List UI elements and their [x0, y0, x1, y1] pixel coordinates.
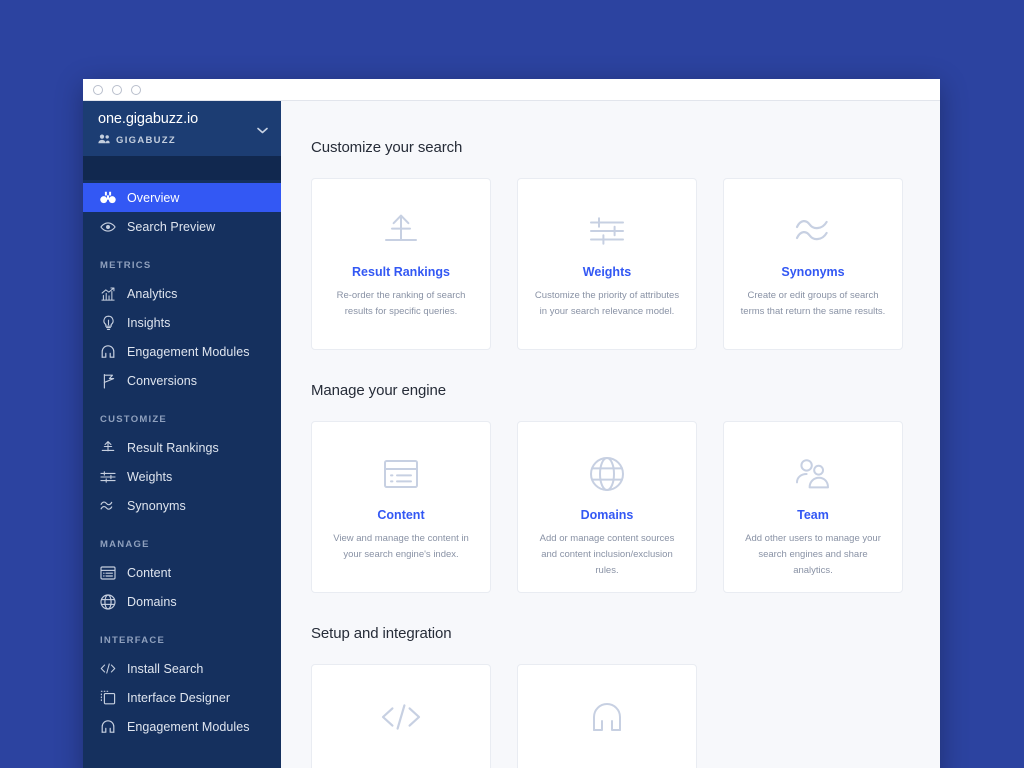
- sidebar-item-label: Install Search: [127, 661, 204, 676]
- card-description: Add other users to manage your search en…: [745, 533, 881, 576]
- sidebar-item-label: Domains: [127, 594, 177, 609]
- sidebar-group-manage: MANAGE: [100, 539, 150, 550]
- card-title: Result Rankings: [352, 265, 450, 279]
- desktop-backdrop: one.gigabuzz.io GIGABUZZ Overview Search…: [0, 0, 1024, 768]
- sidebar-item-overview[interactable]: Overview: [83, 183, 281, 212]
- sidebar-item-synonyms[interactable]: Synonyms: [83, 491, 281, 520]
- sliders-icon: [100, 469, 116, 485]
- window-titlebar: [83, 79, 940, 101]
- section-manage-your-engine: Manage your engine Content View and mana…: [311, 382, 940, 593]
- sidebar-nav: Overview Search Preview METRICS Analytic…: [83, 180, 281, 741]
- card-synonyms[interactable]: Synonyms Create or edit groups of search…: [723, 178, 903, 350]
- sidebar-item-analytics[interactable]: Analytics: [83, 279, 281, 308]
- sidebar-group-interface: INTERFACE: [100, 635, 166, 646]
- sidebar-group-metrics: METRICS: [100, 260, 152, 271]
- code-icon: [379, 695, 423, 739]
- bar-chart-icon: [100, 286, 116, 302]
- card-engagement-modules[interactable]: [517, 664, 697, 768]
- sidebar-item-label: Synonyms: [127, 498, 186, 513]
- magnet-icon: [100, 344, 116, 360]
- sidebar-item-interface-designer[interactable]: Interface Designer: [83, 683, 281, 712]
- card-title: Weights: [582, 265, 632, 279]
- card-install-search[interactable]: [311, 664, 491, 768]
- card-row: Content View and manage the content in y…: [311, 421, 940, 593]
- chevron-down-icon[interactable]: [257, 121, 268, 139]
- sidebar-item-content[interactable]: Content: [83, 558, 281, 587]
- sidebar: one.gigabuzz.io GIGABUZZ Overview Search…: [83, 101, 281, 768]
- sidebar-account-header[interactable]: one.gigabuzz.io GIGABUZZ: [83, 101, 281, 156]
- sidebar-item-conversions[interactable]: Conversions: [83, 366, 281, 395]
- people-icon: [98, 131, 110, 149]
- sidebar-site-name: one.gigabuzz.io: [98, 111, 199, 127]
- sidebar-divider-strip: [83, 156, 281, 180]
- sidebar-item-weights[interactable]: Weights: [83, 462, 281, 491]
- code-icon: [100, 661, 116, 677]
- card-description: Add or manage content sources and conten…: [539, 533, 675, 576]
- close-dot-icon[interactable]: [93, 84, 103, 95]
- document-list-icon: [100, 565, 116, 581]
- globe-icon: [588, 452, 626, 496]
- sidebar-item-engagement-modules-interface[interactable]: Engagement Modules: [83, 712, 281, 741]
- card-description: View and manage the content in your sear…: [333, 533, 469, 560]
- sidebar-item-label: Content: [127, 565, 172, 580]
- main-content: Customize your search Result Rankings Re…: [281, 101, 940, 768]
- card-title: Content: [377, 508, 425, 522]
- section-customize-your-search: Customize your search Result Rankings Re…: [311, 139, 940, 350]
- sidebar-item-result-rankings[interactable]: Result Rankings: [83, 433, 281, 462]
- section-title: Manage your engine: [311, 382, 446, 399]
- card-team[interactable]: Team Add other users to manage your sear…: [723, 421, 903, 593]
- sidebar-item-search-preview[interactable]: Search Preview: [83, 212, 281, 241]
- maximize-dot-icon[interactable]: [131, 84, 141, 95]
- layout-icon: [100, 690, 116, 706]
- card-result-rankings[interactable]: Result Rankings Re-order the ranking of …: [311, 178, 491, 350]
- minimize-dot-icon[interactable]: [112, 84, 122, 95]
- magnet-icon: [100, 719, 116, 735]
- sidebar-item-label: Analytics: [127, 286, 178, 301]
- card-domains[interactable]: Domains Add or manage content sources an…: [517, 421, 697, 593]
- sidebar-item-label: Result Rankings: [127, 440, 219, 455]
- card-row: Result Rankings Re-order the ranking of …: [311, 178, 940, 350]
- sidebar-org: GIGABUZZ: [98, 131, 267, 149]
- card-content[interactable]: Content View and manage the content in y…: [311, 421, 491, 593]
- card-title: Team: [797, 508, 829, 522]
- binoculars-icon: [100, 190, 116, 206]
- sidebar-item-label: Engagement Modules: [127, 719, 250, 734]
- sidebar-item-label: Insights: [127, 315, 171, 330]
- sidebar-item-label: Overview: [127, 190, 180, 205]
- card-title: Domains: [580, 508, 634, 522]
- magnet-icon: [589, 695, 625, 739]
- section-title: Customize your search: [311, 139, 463, 156]
- card-row: [311, 664, 940, 768]
- sidebar-item-label: Weights: [127, 469, 173, 484]
- sidebar-item-label: Conversions: [127, 373, 198, 388]
- document-list-icon: [382, 452, 420, 496]
- sidebar-item-engagement-modules[interactable]: Engagement Modules: [83, 337, 281, 366]
- browser-window: one.gigabuzz.io GIGABUZZ Overview Search…: [83, 79, 940, 768]
- lightbulb-icon: [100, 315, 116, 331]
- section-setup-and-integration: Setup and integration: [311, 625, 940, 768]
- rankings-icon: [100, 440, 116, 456]
- waves-icon: [100, 498, 116, 514]
- sidebar-item-domains[interactable]: Domains: [83, 587, 281, 616]
- flag-icon: [100, 373, 116, 389]
- card-description: Create or edit groups of search terms th…: [740, 290, 886, 317]
- sidebar-item-install-search[interactable]: Install Search: [83, 654, 281, 683]
- card-description: Customize the priority of attributes in …: [534, 290, 680, 317]
- rankings-icon: [381, 209, 421, 253]
- waves-icon: [793, 209, 833, 253]
- card-weights[interactable]: Weights Customize the priority of attrib…: [517, 178, 697, 350]
- sidebar-org-name: GIGABUZZ: [116, 134, 177, 146]
- section-title: Setup and integration: [311, 625, 452, 642]
- sliders-icon: [588, 209, 626, 253]
- card-title: Synonyms: [781, 265, 845, 279]
- sidebar-item-label: Search Preview: [127, 219, 216, 234]
- sidebar-item-label: Interface Designer: [127, 690, 231, 705]
- sidebar-item-label: Engagement Modules: [127, 344, 250, 359]
- people-group-icon: [794, 452, 832, 496]
- eye-icon: [100, 219, 116, 235]
- globe-icon: [100, 593, 116, 610]
- sidebar-item-insights[interactable]: Insights: [83, 308, 281, 337]
- sidebar-group-customize: CUSTOMIZE: [100, 414, 168, 425]
- card-description: Re-order the ranking of search results f…: [336, 290, 466, 317]
